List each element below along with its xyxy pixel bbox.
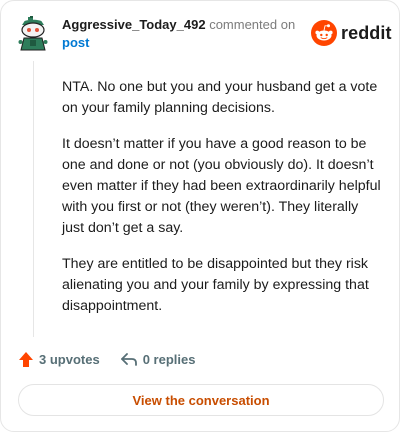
reddit-logo[interactable]: reddit: [311, 20, 392, 46]
comment-paragraph: NTA. No one but you and your husband get…: [62, 79, 378, 116]
reply-button[interactable]: 0 replies: [120, 351, 196, 367]
reply-arrow-icon: [120, 353, 137, 366]
username[interactable]: Aggressive_Today_492: [62, 17, 206, 32]
comment-paragraph: They are entitled to be disappointed but…: [62, 256, 369, 314]
post-link[interactable]: post: [62, 34, 89, 52]
upvote-count: 3 upvotes: [39, 351, 100, 367]
upvote-button[interactable]: 3 upvotes: [18, 351, 100, 368]
thread-line: [33, 61, 34, 337]
avatar[interactable]: [18, 16, 48, 52]
reddit-wordmark: reddit: [341, 22, 392, 43]
snoo-avatar-icon: [18, 16, 48, 51]
comment-body: NTA. No one but you and your husband get…: [62, 77, 382, 332]
comment-header: Aggressive_Today_492 commented on post: [62, 16, 302, 52]
comment-card: Aggressive_Today_492 commented on post r…: [0, 0, 400, 432]
comment-paragraph: It doesn’t matter if you have a good rea…: [62, 136, 381, 236]
comment-actions: 3 upvotes 0 replies: [18, 349, 195, 369]
action-text: commented on: [209, 17, 296, 32]
view-conversation-button[interactable]: View the conversation: [18, 384, 384, 416]
upvote-arrow-icon: [19, 351, 33, 367]
reddit-snoo-icon: [311, 20, 337, 46]
reply-count: 0 replies: [142, 351, 196, 367]
